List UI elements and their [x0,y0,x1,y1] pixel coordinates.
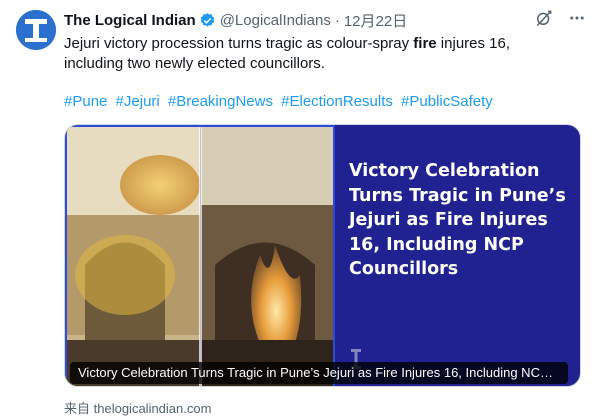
card-photo [65,125,335,386]
author-handle[interactable]: @LogicalIndians [220,12,331,29]
source-domain[interactable]: thelogicalindian.com [94,401,212,416]
hashtag-link[interactable]: #PublicSafety [401,93,493,110]
card-caption: Victory Celebration Turns Tragic in Pune… [70,362,568,384]
tweet-header: The Logical Indian @LogicalIndians · 12月… [64,10,584,30]
avatar[interactable] [16,10,56,50]
hashtag-link[interactable]: #ElectionResults [281,93,393,110]
hashtag-link[interactable]: #Pune [64,93,107,110]
tweet-text-part: Jejuri victory procession turns tragic a… [64,35,414,52]
display-name[interactable]: The Logical Indian [64,12,196,29]
card-headline: Victory Celebration Turns Tragic in Pune… [349,161,566,279]
separator-dot: · [334,11,340,29]
grok-icon[interactable] [534,8,554,28]
procession-fire-photo [65,125,335,386]
hashtag-link[interactable]: #BreakingNews [168,93,273,110]
more-icon[interactable] [568,9,586,27]
link-source[interactable]: 来自 thelogicalindian.com [64,398,211,417]
header-actions [534,8,586,28]
verified-badge-icon[interactable] [199,12,216,29]
link-card[interactable]: Victory Celebration Turns Tragic in Pune… [64,124,581,387]
hashtag-link[interactable]: #Jejuri [116,93,160,110]
tweet-date[interactable]: 12月22日 [344,10,407,31]
tweet-text: Jejuri victory procession turns tragic a… [64,34,564,74]
hashtag-list: #Pune #Jejuri #BreakingNews #ElectionRes… [64,93,497,110]
source-prefix: 来自 [64,401,91,416]
logical-indian-logo-icon [16,10,56,50]
tweet-text-bold: fire [413,35,437,52]
